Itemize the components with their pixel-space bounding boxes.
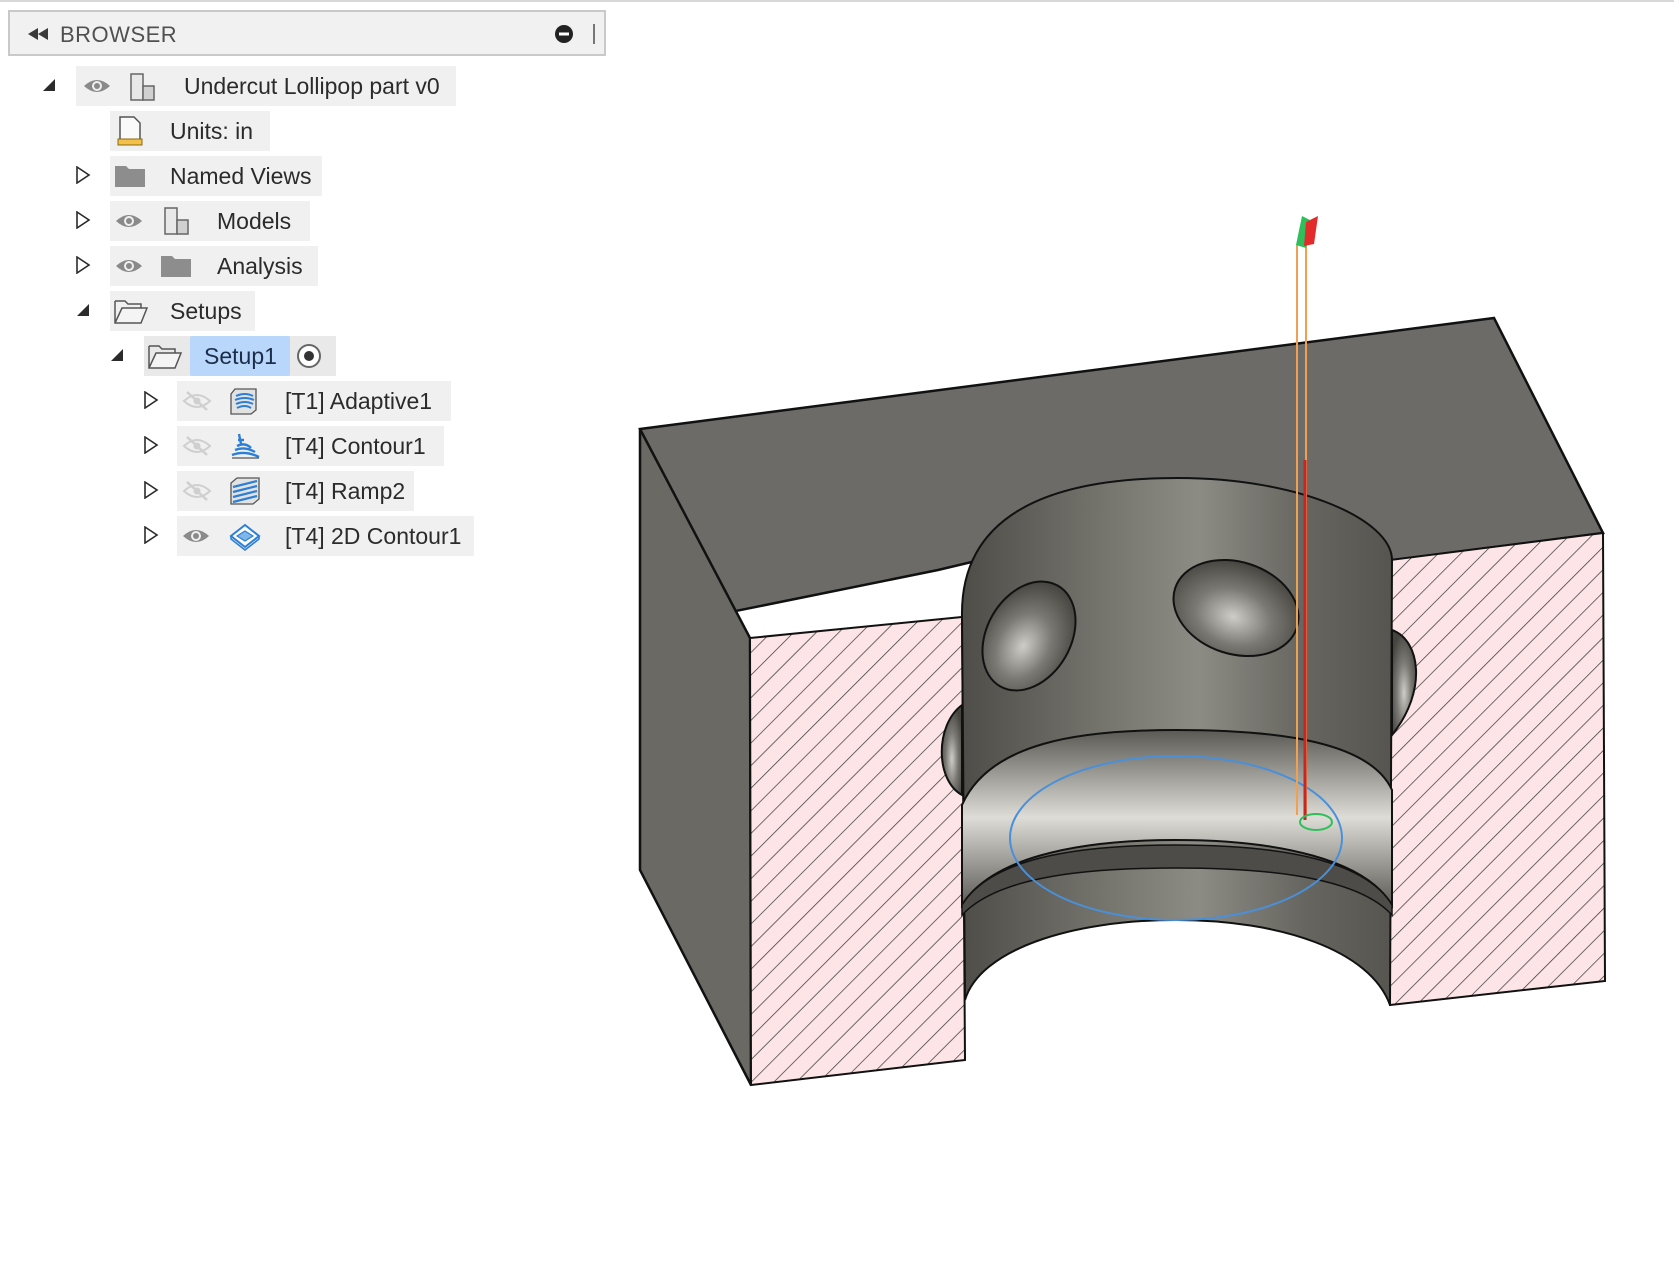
contour-toolpath-icon xyxy=(229,430,261,462)
operation-label: [T4] 2D Contour1 xyxy=(285,523,462,549)
document-units-icon xyxy=(116,115,144,147)
eye-hidden-icon[interactable] xyxy=(181,389,213,413)
browser-panel-header: BROWSER xyxy=(8,10,606,56)
3d-viewport[interactable] xyxy=(600,150,1674,1150)
tree-item-units[interactable]: Units: in xyxy=(110,111,270,151)
analysis-label: Analysis xyxy=(217,253,303,279)
tree-item-setup1[interactable]: Setup1 xyxy=(144,336,336,376)
tree-item-named-views[interactable]: Named Views xyxy=(110,156,322,196)
minimize-icon[interactable] xyxy=(554,24,574,44)
eye-hidden-icon[interactable] xyxy=(181,479,213,503)
top-border xyxy=(0,0,1674,2)
expand-triangle-icon[interactable] xyxy=(142,436,160,454)
setup1-label: Setup1 xyxy=(204,343,277,369)
expand-triangle-icon[interactable] xyxy=(142,481,160,499)
folder-icon xyxy=(160,252,192,278)
root-label: Undercut Lollipop part v0 xyxy=(184,73,440,99)
collapse-panel-icon[interactable] xyxy=(24,24,52,44)
ramp-toolpath-icon xyxy=(229,475,261,507)
active-setup-radio-icon[interactable] xyxy=(296,343,322,369)
expand-triangle-icon[interactable] xyxy=(74,166,92,184)
operation-label: [T1] Adaptive1 xyxy=(285,388,433,414)
expand-triangle-icon[interactable] xyxy=(74,211,92,229)
open-folder-icon xyxy=(148,342,182,370)
component-icon xyxy=(128,72,156,102)
named-views-label: Named Views xyxy=(170,163,312,189)
tree-item-analysis[interactable]: Analysis xyxy=(110,246,318,286)
models-label: Models xyxy=(217,208,292,234)
operation-label: [T4] Contour1 xyxy=(285,433,426,459)
section-hatch-left xyxy=(748,615,967,1087)
eye-hidden-icon[interactable] xyxy=(181,434,213,458)
eye-icon[interactable] xyxy=(114,211,144,231)
adaptive-toolpath-icon xyxy=(229,386,259,416)
collapse-triangle-icon[interactable] xyxy=(108,346,126,364)
folder-icon xyxy=(114,162,146,188)
tree-item-operation[interactable]: [T1] Adaptive1 xyxy=(177,381,451,421)
setups-label: Setups xyxy=(170,298,242,324)
tree-item-operation[interactable]: [T4] 2D Contour1 xyxy=(177,516,474,556)
eye-icon[interactable] xyxy=(181,526,211,546)
open-folder-icon xyxy=(114,297,148,325)
expand-triangle-icon[interactable] xyxy=(74,256,92,274)
tree-item-setups[interactable]: Setups xyxy=(110,291,255,331)
eye-icon[interactable] xyxy=(82,76,112,96)
collapse-triangle-icon[interactable] xyxy=(74,301,92,319)
browser-title: BROWSER xyxy=(60,22,178,47)
tree-item-root[interactable]: Undercut Lollipop part v0 xyxy=(76,66,456,106)
tree-item-models[interactable]: Models xyxy=(110,201,310,241)
units-label: Units: in xyxy=(170,118,254,144)
tree-item-operation[interactable]: [T4] Ramp2 xyxy=(177,471,414,511)
component-icon xyxy=(162,206,190,236)
operation-label: [T4] Ramp2 xyxy=(285,478,406,504)
panel-grip-icon[interactable] xyxy=(592,24,596,44)
expand-triangle-icon[interactable] xyxy=(142,391,160,409)
collapse-triangle-icon[interactable] xyxy=(40,76,58,94)
eye-icon[interactable] xyxy=(114,256,144,276)
section-hatch-right xyxy=(1389,531,1607,1007)
tree-item-operation[interactable]: [T4] Contour1 xyxy=(177,426,444,466)
2d-contour-toolpath-icon xyxy=(229,522,261,552)
expand-triangle-icon[interactable] xyxy=(142,526,160,544)
